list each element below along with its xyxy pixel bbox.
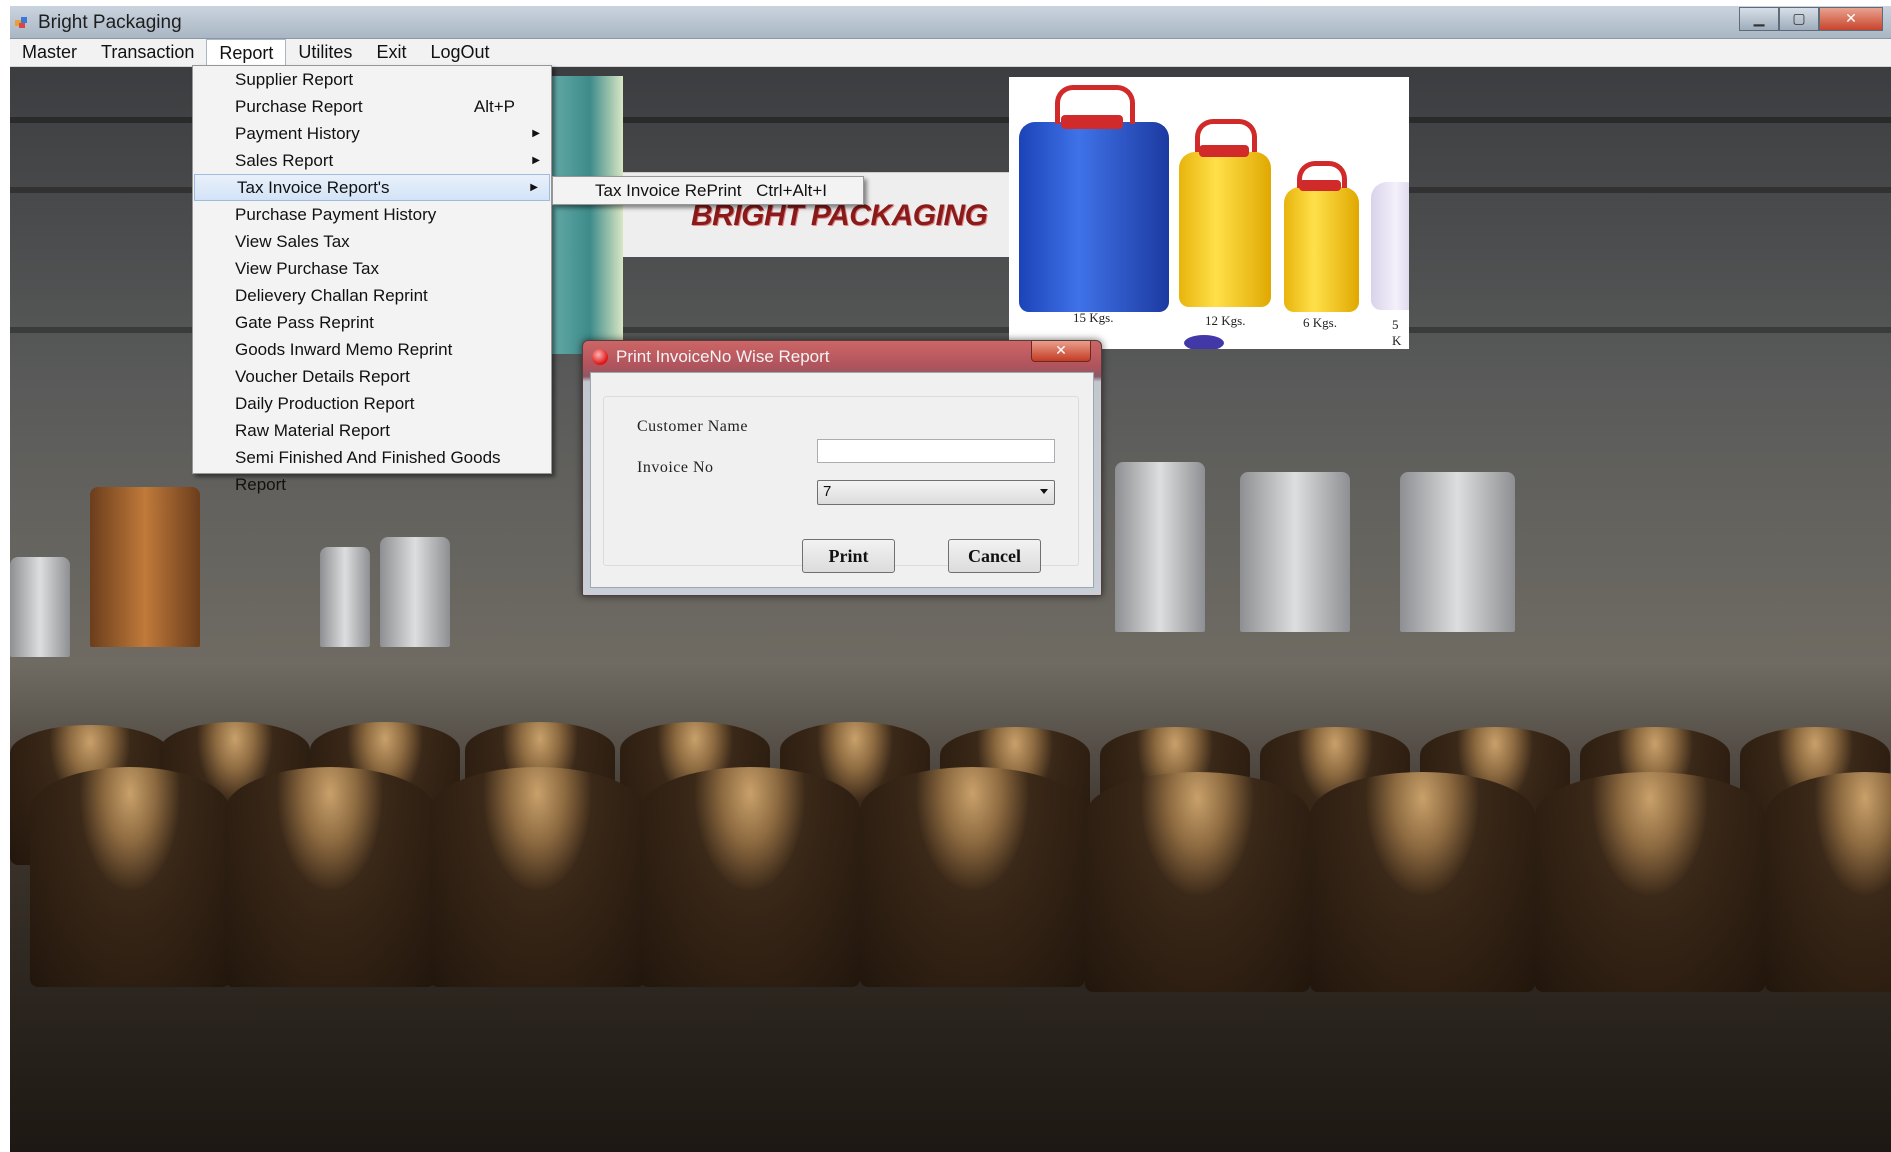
menu-item-label: Raw Material Report	[235, 421, 390, 440]
menu-item-tax-invoice-reprint[interactable]: Tax Invoice RePrint Ctrl+Alt+I	[553, 177, 863, 204]
menu-report[interactable]: Report	[206, 39, 287, 66]
menu-item-label: Daily Production Report	[235, 394, 415, 413]
invoice-no-select[interactable]: 7	[817, 480, 1055, 505]
menu-item-purchase-report[interactable]: Purchase Report Alt+P	[193, 93, 551, 120]
yellow-jar-large	[1179, 152, 1271, 307]
submenu-arrow-icon: ▶	[530, 182, 538, 193]
print-invoice-dialog: Print InvoiceNo Wise Report ✕ Customer N…	[582, 340, 1102, 596]
steel-tank	[1115, 462, 1205, 632]
menu-item-label: Sales Report	[235, 151, 334, 170]
menu-item-label: View Purchase Tax	[235, 259, 379, 278]
menu-item-gate-pass-reprint[interactable]: Gate Pass Reprint	[193, 309, 551, 336]
dialog-app-icon	[592, 349, 608, 365]
menu-item-semi-finished-goods-report[interactable]: Semi Finished And Finished Goods Report	[193, 444, 551, 494]
menu-item-label: Purchase Payment History	[235, 205, 437, 224]
menu-item-label: Purchase Report	[235, 97, 363, 116]
menu-logout[interactable]: LogOut	[418, 39, 501, 66]
menu-bar: Master Transaction Report Utilites Exit …	[10, 39, 1891, 67]
jar-lid	[1184, 335, 1224, 349]
steel-tank	[380, 537, 450, 647]
barrel	[1310, 772, 1535, 992]
dialog-body: Customer Name Invoice No 7 Print Cancel	[590, 372, 1094, 588]
jar-handle	[1297, 161, 1347, 188]
window-controls: ▁ ▢ ✕	[1739, 7, 1883, 31]
dialog-group-box: Customer Name Invoice No 7 Print Cancel	[603, 396, 1079, 573]
menu-item-label: Supplier Report	[235, 70, 354, 89]
menu-item-sales-report[interactable]: Sales Report ▶	[193, 147, 551, 174]
submenu-arrow-icon: ▶	[532, 128, 540, 139]
barrel	[30, 767, 230, 987]
white-jar	[1371, 182, 1409, 310]
title-bar: Bright Packaging ▁ ▢ ✕	[10, 6, 1891, 39]
menu-item-daily-production-report[interactable]: Daily Production Report	[193, 390, 551, 417]
jar-handle	[1195, 119, 1257, 152]
menu-item-label: Gate Pass Reprint	[235, 313, 374, 332]
window-title: Bright Packaging	[38, 12, 182, 33]
chevron-down-icon	[1040, 489, 1048, 494]
invoice-no-label: Invoice No	[637, 459, 714, 476]
menu-item-label: View Sales Tax	[235, 232, 350, 251]
blue-jar	[1019, 122, 1169, 312]
barrel	[1085, 772, 1310, 992]
menu-item-purchase-payment-history[interactable]: Purchase Payment History	[193, 201, 551, 228]
menu-item-view-purchase-tax[interactable]: View Purchase Tax	[193, 255, 551, 282]
print-button[interactable]: Print	[802, 539, 895, 573]
jar-handle	[1055, 85, 1135, 124]
menu-master[interactable]: Master	[10, 39, 89, 66]
menu-item-label: Tax Invoice RePrint	[595, 181, 742, 200]
maximize-button[interactable]: ▢	[1779, 7, 1819, 31]
invoice-no-value: 7	[823, 483, 832, 500]
steel-tank	[10, 557, 70, 657]
barrel	[860, 767, 1085, 987]
menu-exit[interactable]: Exit	[364, 39, 418, 66]
copper-still	[90, 487, 200, 647]
menu-utilites[interactable]: Utilites	[286, 39, 364, 66]
close-button[interactable]: ✕	[1819, 7, 1883, 31]
dialog-title: Print InvoiceNo Wise Report	[616, 347, 830, 366]
submenu-arrow-icon: ▶	[532, 155, 540, 166]
steel-tank	[1240, 472, 1350, 632]
product-photo: 15 Kgs. 12 Kgs. 6 Kgs. 5 K	[1009, 77, 1409, 349]
customer-name-input[interactable]	[817, 439, 1055, 463]
menu-item-payment-history[interactable]: Payment History ▶	[193, 120, 551, 147]
report-menu: Supplier Report Purchase Report Alt+P Pay…	[192, 65, 552, 494]
menu-item-supplier-report[interactable]: Supplier Report	[193, 66, 551, 93]
barrel	[1535, 772, 1765, 992]
menu-transaction[interactable]: Transaction	[89, 39, 206, 66]
tax-invoice-submenu: Tax Invoice RePrint Ctrl+Alt+I	[552, 176, 864, 205]
barrel	[225, 767, 435, 987]
menu-item-voucher-details-report[interactable]: Voucher Details Report	[193, 363, 551, 390]
menu-item-label: Tax Invoice Report's	[237, 178, 390, 197]
app-icon	[15, 17, 27, 28]
menu-item-tax-invoice-reports[interactable]: Tax Invoice Report's ▶	[194, 174, 550, 201]
shortcut-text: Alt+P	[473, 97, 515, 116]
jar-label-15kg: 15 Kgs.	[1073, 310, 1114, 325]
menu-item-label: Goods Inward Memo Reprint	[235, 340, 453, 359]
barrel	[640, 767, 860, 987]
customer-name-label: Customer Name	[637, 418, 748, 435]
menu-item-raw-material-report[interactable]: Raw Material Report	[193, 417, 551, 444]
banner-teal-image	[540, 76, 623, 354]
menu-item-delivery-challan-reprint[interactable]: Delievery Challan Reprint	[193, 282, 551, 309]
cancel-button[interactable]: Cancel	[948, 539, 1041, 573]
minimize-button[interactable]: ▁	[1739, 7, 1779, 31]
menu-item-view-sales-tax[interactable]: View Sales Tax	[193, 228, 551, 255]
shortcut-text: Ctrl+Alt+I	[756, 181, 827, 200]
menu-item-label: Delievery Challan Reprint	[235, 286, 428, 305]
menu-item-label: Voucher Details Report	[235, 367, 410, 386]
menu-item-goods-inward-memo-reprint[interactable]: Goods Inward Memo Reprint	[193, 336, 551, 363]
barrel	[1765, 772, 1891, 992]
yellow-jar-small	[1284, 187, 1359, 312]
dialog-close-button[interactable]: ✕	[1031, 341, 1091, 362]
steel-tank	[320, 547, 370, 647]
app-window: Bright Packaging ▁ ▢ ✕ Master Transactio…	[10, 6, 1891, 1152]
barrel	[430, 767, 645, 987]
jar-label-6kg: 6 Kgs.	[1303, 315, 1337, 330]
menu-item-label: Payment History	[235, 124, 360, 143]
jar-label-12kg: 12 Kgs.	[1205, 313, 1246, 328]
steel-tank	[1400, 472, 1515, 632]
jar-label-5kg: 5 K	[1392, 317, 1402, 348]
